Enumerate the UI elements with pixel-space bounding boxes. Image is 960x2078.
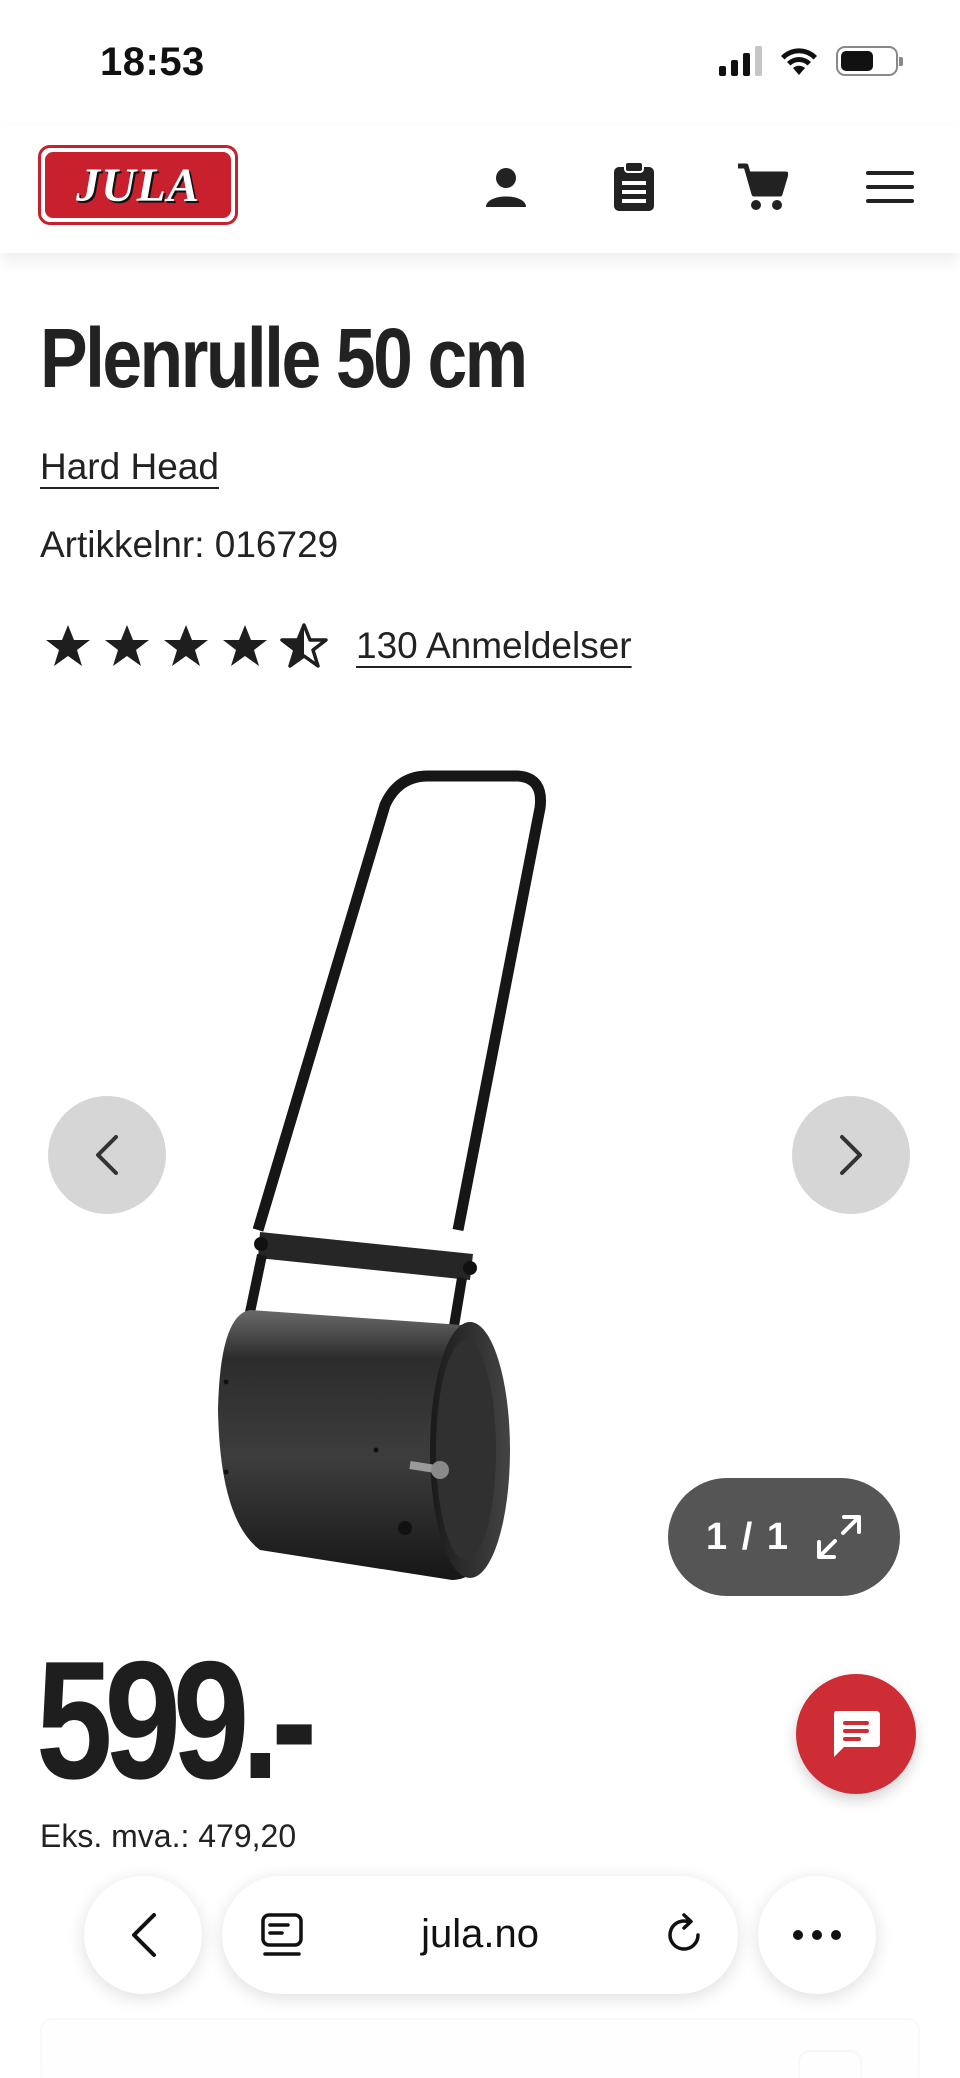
logo-text: JULA xyxy=(76,158,200,212)
brand-link[interactable]: Hard Head xyxy=(40,446,219,488)
browser-more-button[interactable] xyxy=(758,1876,876,1994)
star-half-icon xyxy=(280,623,328,668)
battery-icon xyxy=(836,46,903,76)
reviews-link[interactable]: 130 Anmeldelser xyxy=(356,625,632,667)
star-full-icon xyxy=(223,625,267,666)
gallery-next-button[interactable] xyxy=(792,1096,910,1214)
gallery-counter-fullscreen[interactable]: 1 / 1 xyxy=(668,1478,900,1596)
more-dots-icon xyxy=(793,1930,841,1940)
rating-row: 130 Anmeldelser xyxy=(44,620,632,672)
chat-button[interactable] xyxy=(796,1674,916,1794)
clipboard-list-icon[interactable] xyxy=(606,159,662,215)
cart-icon[interactable] xyxy=(734,159,790,215)
price-ex-vat: Eks. mva.: 479,20 xyxy=(40,1818,297,1854)
reload-icon[interactable] xyxy=(660,1911,708,1959)
status-icons xyxy=(719,46,903,76)
chevron-left-icon xyxy=(96,1135,118,1175)
chat-icon xyxy=(834,1711,880,1757)
star-full-icon xyxy=(105,625,149,666)
jula-logo[interactable]: JULA xyxy=(38,145,238,225)
gallery-prev-button[interactable] xyxy=(48,1096,166,1214)
status-time: 18:53 xyxy=(100,40,205,84)
chevron-right-icon xyxy=(840,1135,862,1175)
wifi-icon xyxy=(781,48,817,75)
image-counter: 1 / 1 xyxy=(706,1515,790,1558)
status-bar: 18:53 xyxy=(0,0,960,125)
rating-stars[interactable] xyxy=(44,623,328,669)
site-header: JULA xyxy=(0,125,960,253)
signal-icon xyxy=(719,46,762,76)
article-number: Artikkelnr: 016729 xyxy=(40,524,339,565)
star-full-icon xyxy=(164,625,208,666)
product-gallery: 1 / 1 xyxy=(0,720,960,1610)
user-icon[interactable] xyxy=(478,159,534,215)
browser-toolbar: jula.no xyxy=(0,1876,960,1996)
lawn-roller-image[interactable] xyxy=(200,750,740,1590)
product-title: Plenrulle 50 cm xyxy=(40,311,528,405)
price: 599.- xyxy=(36,1626,317,1814)
star-full-icon xyxy=(46,625,90,666)
back-arrow-icon xyxy=(132,1913,156,1957)
browser-back-button[interactable] xyxy=(84,1876,202,1994)
browser-address-bar[interactable]: jula.no xyxy=(222,1876,738,1994)
expand-icon xyxy=(816,1515,861,1559)
menu-icon[interactable] xyxy=(862,159,918,215)
